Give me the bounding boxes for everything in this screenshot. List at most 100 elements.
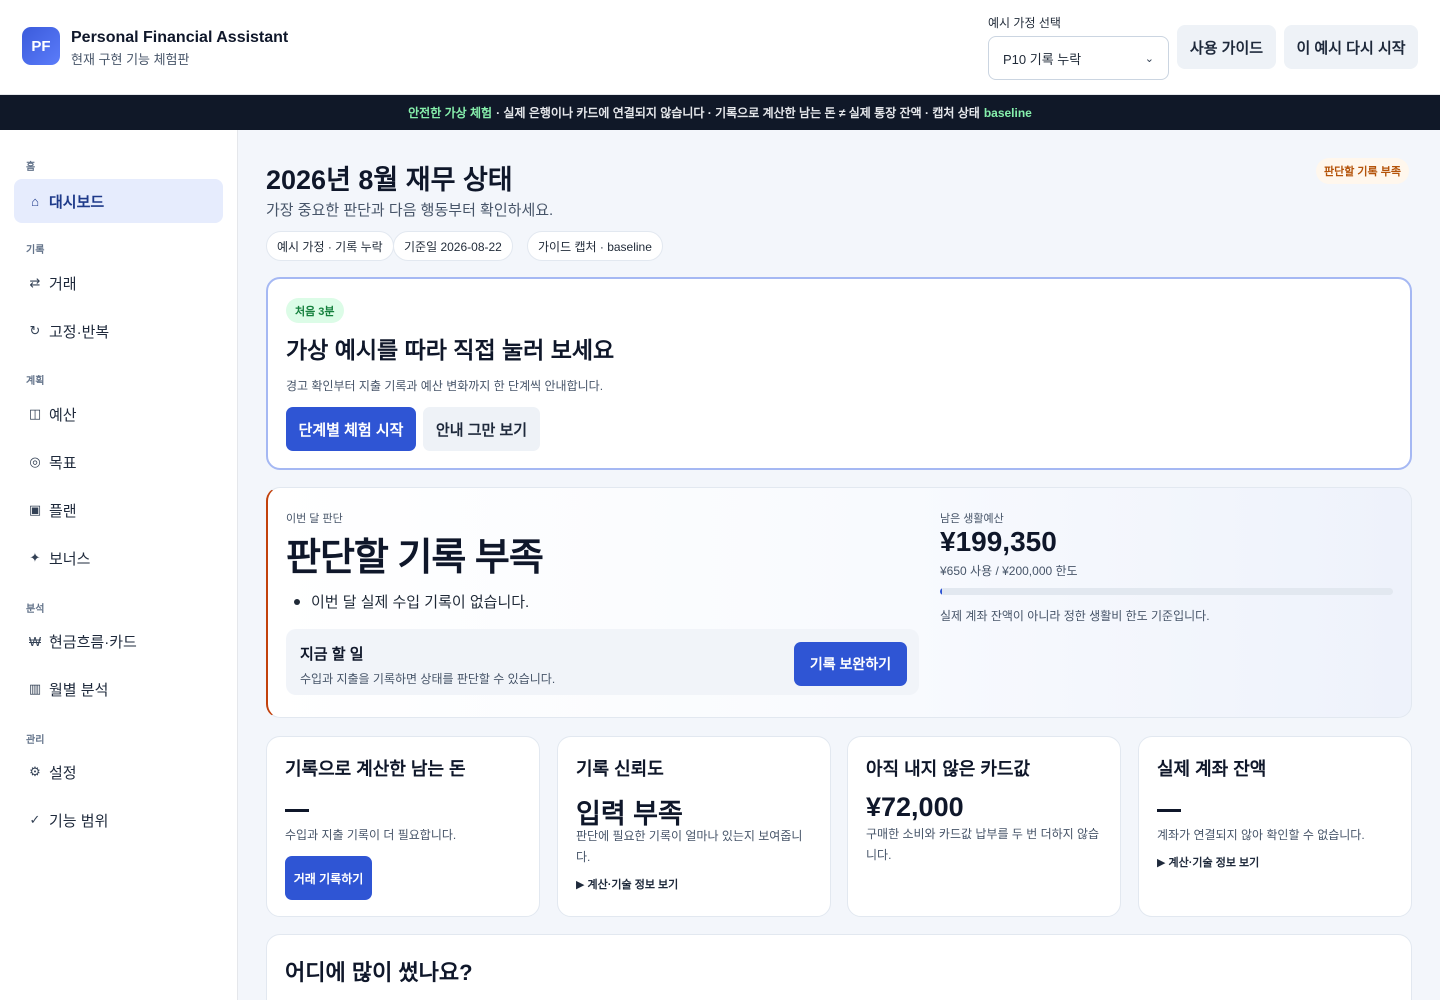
budget-note: 실제 계좌 잔액이 아니라 정한 생활비 한도 기준입니다. <box>940 609 1210 623</box>
metric-description: 구매한 소비와 카드값 납부를 두 번 더하지 않습니다. <box>866 827 1100 862</box>
plan-icon: ▣ <box>28 502 42 517</box>
chevron-down-icon: ⌄ <box>1144 52 1154 65</box>
sidebar-item-bonus[interactable]: ✦ 보너스 <box>14 536 223 580</box>
restart-example-button[interactable]: 이 예시 다시 시작 <box>1284 25 1418 69</box>
scenario-select[interactable]: P10 기록 누락 ⌄ <box>988 36 1169 80</box>
sidebar-item-recurring[interactable]: ↻ 고정·반복 <box>14 309 223 353</box>
bullet-dot <box>294 598 300 605</box>
sidebar-item-cashflow-card[interactable]: ₩ 현금흐름·카드 <box>14 619 223 663</box>
spending-title: 어디에 많이 썼나요? <box>285 960 473 985</box>
todo-description: 수입과 지출을 기록하면 상태를 판단할 수 있습니다. <box>300 672 556 686</box>
sidebar-item-label: 설정 <box>49 764 77 782</box>
scenario-select-value: P10 기록 누락 <box>1003 51 1082 67</box>
page-subtitle: 가장 중요한 판단과 다음 행동부터 확인하세요. <box>266 202 554 219</box>
intro-title: 가상 예시를 따라 직접 눌러 보세요 <box>286 337 615 363</box>
technical-info-toggle[interactable]: ▶ 계산·기술 정보 보기 <box>1157 854 1259 870</box>
sidebar-item-label: 현금흐름·카드 <box>49 633 137 651</box>
sidebar-item-label: 플랜 <box>49 502 77 520</box>
sidebar-item-label: 거래 <box>49 275 77 293</box>
won-icon: ₩ <box>28 633 42 649</box>
intro-description: 경고 확인부터 지출 기록과 예산 변화까지 한 단계씩 안내합니다. <box>286 379 604 393</box>
sidebar-item-label: 월별 분석 <box>49 681 109 699</box>
sidebar-item-label: 목표 <box>49 454 77 472</box>
metric-description: 수입과 지출 기록이 더 필요합니다. <box>285 828 457 842</box>
sidebar-item-label: 기능 범위 <box>49 812 109 830</box>
metric-title: 기록으로 계산한 남는 돈 <box>285 759 466 779</box>
judgement-card: 이번 달 판단 판단할 기록 부족 이번 달 실제 수입 기록이 없습니다. 지… <box>266 487 1412 718</box>
spending-card: 어디에 많이 썼나요? <box>266 934 1412 1000</box>
sidebar-item-dashboard[interactable]: ⌂ 대시보드 <box>14 179 223 223</box>
user-guide-button[interactable]: 사용 가이드 <box>1177 25 1276 69</box>
budget-progress-fill <box>940 588 942 595</box>
sidebar-item-monthly-analysis[interactable]: ▥ 월별 분석 <box>14 667 223 711</box>
sidebar-section-analysis: 분석 <box>26 604 45 615</box>
metric-card-card-payment: 아직 내지 않은 카드값 ¥72,000 구매한 소비와 카드값 납부를 두 번… <box>847 736 1121 917</box>
sidebar-item-plan[interactable]: ▣ 플랜 <box>14 488 223 532</box>
sidebar-section-home: 홈 <box>26 162 36 173</box>
technical-info-toggle[interactable]: ▶ 계산·기술 정보 보기 <box>576 876 678 892</box>
judgement-title: 판단할 기록 부족 <box>286 537 544 579</box>
banner-capture-state: baseline <box>983 105 1032 120</box>
intro-card: 처음 3분 가상 예시를 따라 직접 눌러 보세요 경고 확인부터 지출 기록과… <box>266 277 1412 470</box>
todo-title: 지금 할 일 <box>300 646 364 663</box>
sidebar-section-records: 기록 <box>26 245 45 256</box>
sidebar-item-label: 고정·반복 <box>49 323 110 341</box>
repeat-icon: ↻ <box>29 323 41 338</box>
app-logo: PF <box>22 27 60 65</box>
sidebar-section-admin: 관리 <box>26 735 45 746</box>
app-subtitle: 현재 구현 기능 체험판 <box>71 52 190 67</box>
complete-records-button[interactable]: 기록 보완하기 <box>794 642 907 686</box>
judgement-label: 이번 달 판단 <box>286 513 343 525</box>
dismiss-intro-button[interactable]: 안내 그만 보기 <box>423 407 540 451</box>
safety-banner: 안전한 가상 체험 · 실제 은행이나 카드에 연결되지 않습니다 · 기록으로… <box>0 95 1440 130</box>
check-icon: ✓ <box>29 812 41 827</box>
app-header: PF Personal Financial Assistant 현재 구현 기능… <box>0 0 1440 95</box>
sidebar-item-label: 대시보드 <box>49 193 105 211</box>
judgement-bullet: 이번 달 실제 수입 기록이 없습니다. <box>290 591 529 612</box>
calendar-icon: ▥ <box>28 681 42 696</box>
banner-text: · 실제 은행이나 카드에 연결되지 않습니다 · 기록으로 계산한 남는 돈 … <box>496 106 980 120</box>
sidebar-item-feature-scope[interactable]: ✓ 기능 범위 <box>14 798 223 842</box>
record-transaction-button[interactable]: 거래 기록하기 <box>285 856 372 900</box>
target-icon: ◎ <box>29 454 41 469</box>
sidebar-item-goals[interactable]: ◎ 목표 <box>14 440 223 484</box>
metric-card-remaining-money: 기록으로 계산한 남는 돈 수입과 지출 기록이 더 필요합니다. 거래 기록하… <box>266 736 540 917</box>
chip-base-date: 기준일 2026-08-22 <box>393 231 513 261</box>
sidebar-item-label: 보너스 <box>49 550 91 568</box>
sidebar-item-settings[interactable]: ⚙ 설정 <box>14 750 223 794</box>
todo-box: 지금 할 일 수입과 지출을 기록하면 상태를 판단할 수 있습니다. 기록 보… <box>286 629 919 695</box>
metric-card-reliability: 기록 신뢰도 입력 부족 판단에 필요한 기록이 얼마나 있는지 보여줍니다. … <box>557 736 831 917</box>
metric-value: ¥72,000 <box>866 792 964 822</box>
budget-remaining: ¥199,350 <box>940 526 1057 557</box>
transfer-icon: ⇄ <box>29 275 41 290</box>
start-tour-button[interactable]: 단계별 체험 시작 <box>286 407 416 451</box>
judgement-bullet-text: 이번 달 실제 수입 기록이 없습니다. <box>311 594 530 611</box>
sidebar-item-transactions[interactable]: ⇄ 거래 <box>14 261 223 305</box>
banner-accent: 안전한 가상 체험 <box>408 106 493 120</box>
sidebar: 홈 ⌂ 대시보드 기록 ⇄ 거래 ↻ 고정·반복 계획 ◫ 예산 ◎ 목표 ▣ … <box>0 130 238 1000</box>
intro-badge: 처음 3분 <box>286 298 344 323</box>
budget-label: 남은 생활예산 <box>940 513 1004 525</box>
sparkle-icon: ✦ <box>29 550 41 565</box>
budget-usage: ¥650 사용 / ¥200,000 한도 <box>940 564 1078 578</box>
metric-description: 계좌가 연결되지 않아 확인할 수 없습니다. <box>1157 828 1365 842</box>
gear-icon: ⚙ <box>29 764 41 779</box>
metric-card-account-balance: 실제 계좌 잔액 계좌가 연결되지 않아 확인할 수 없습니다. ▶ 계산·기술… <box>1138 736 1412 917</box>
sidebar-item-label: 예산 <box>49 406 77 424</box>
chip-guide-capture: 가이드 캡처 · baseline <box>527 231 663 261</box>
metric-title: 아직 내지 않은 카드값 <box>866 759 1031 779</box>
metric-title: 실제 계좌 잔액 <box>1157 759 1267 779</box>
sidebar-item-budget[interactable]: ◫ 예산 <box>14 392 223 436</box>
page-title: 2026년 8월 재무 상태 <box>266 165 513 195</box>
metric-empty-value <box>1157 809 1181 812</box>
metric-empty-value <box>285 809 309 812</box>
sidebar-section-plan: 계획 <box>26 376 45 387</box>
chip-scenario: 예시 가정 · 기록 누락 <box>266 231 394 261</box>
metric-title: 기록 신뢰도 <box>576 759 664 779</box>
home-icon: ⌂ <box>31 193 39 209</box>
metric-description: 판단에 필요한 기록이 얼마나 있는지 보여줍니다. <box>576 829 803 864</box>
scenario-select-label: 예시 가정 선택 <box>988 16 1061 30</box>
budget-icon: ◫ <box>28 406 42 421</box>
budget-progress-bar <box>940 588 1393 595</box>
app-title: Personal Financial Assistant <box>71 29 289 46</box>
